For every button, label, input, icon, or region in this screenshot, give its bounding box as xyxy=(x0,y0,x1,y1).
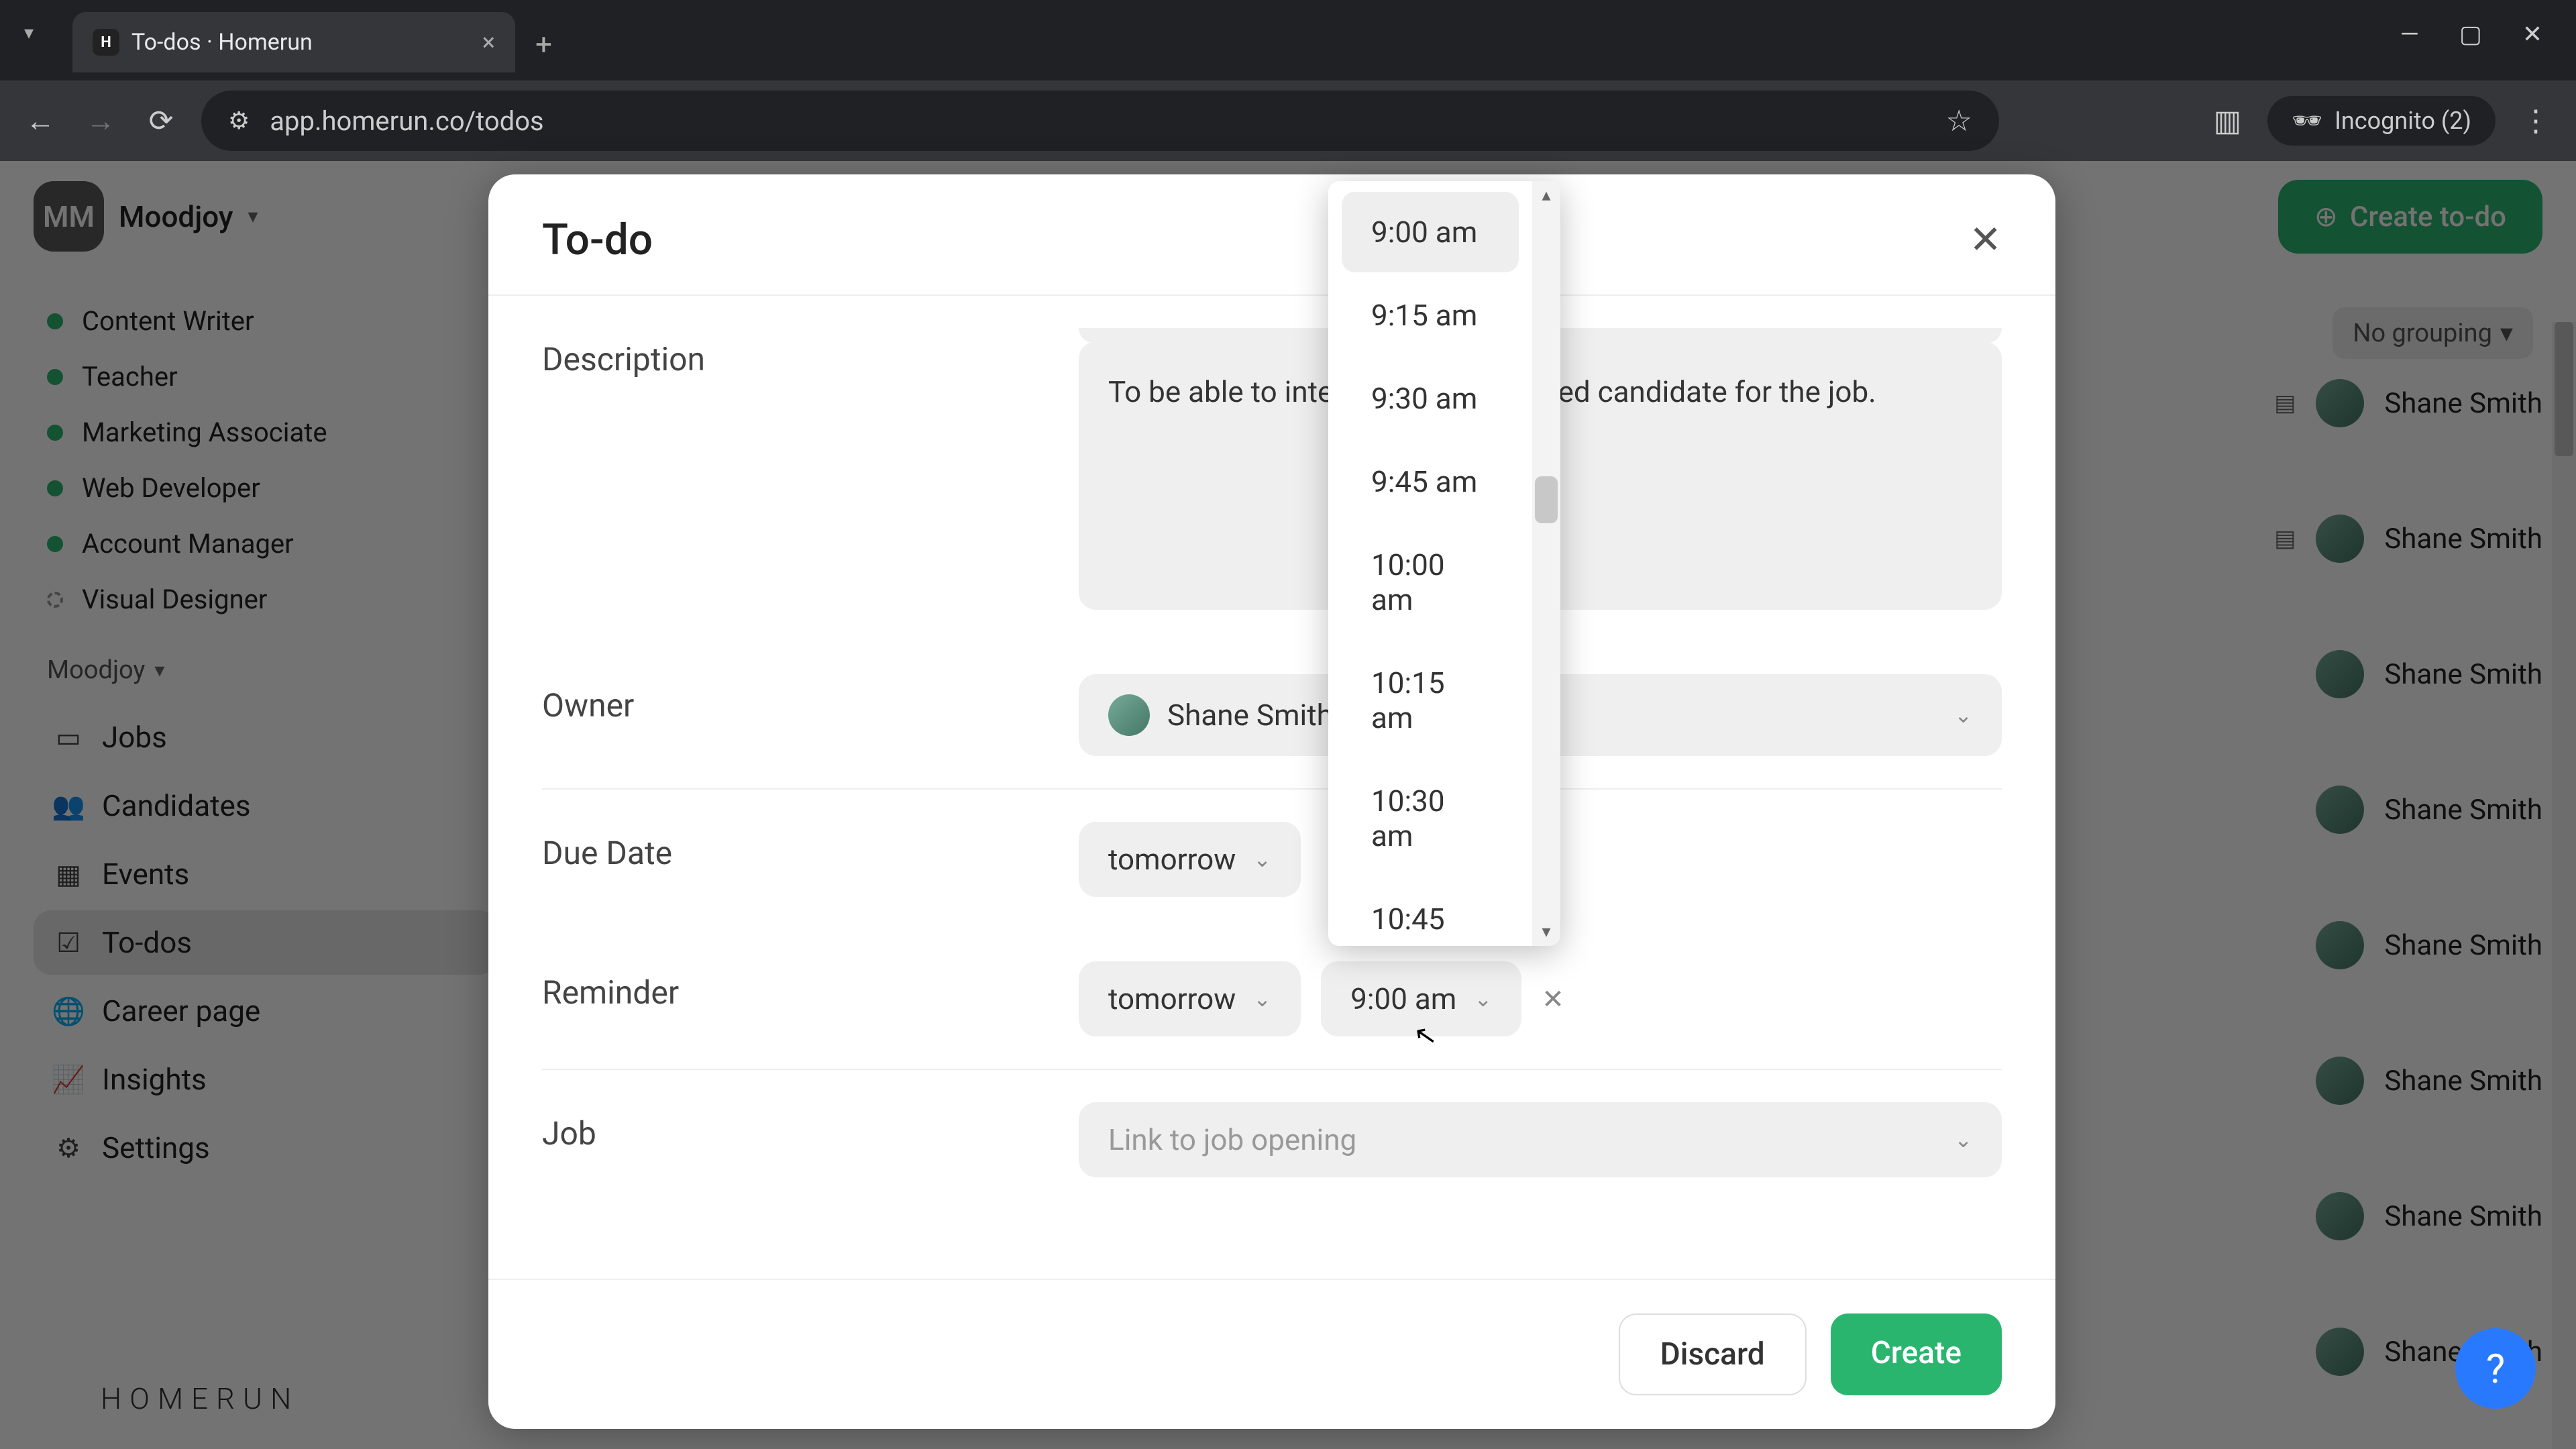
panel-icon[interactable]: ▥ xyxy=(2207,101,2247,141)
modal-close-icon[interactable]: ✕ xyxy=(1969,217,2002,263)
chevron-down-icon: ⌄ xyxy=(1253,847,1271,872)
new-tab-button[interactable]: + xyxy=(535,27,552,62)
forward-button[interactable]: → xyxy=(80,101,121,141)
modal-body: Description To be able to interview the … xyxy=(488,296,2055,1279)
scrollbar-thumb[interactable] xyxy=(1535,476,1558,523)
job-select[interactable]: Link to job opening ⌄ xyxy=(1079,1102,2002,1177)
chevron-down-icon: ⌄ xyxy=(1474,986,1492,1012)
site-info-icon[interactable]: ⚙ xyxy=(228,107,250,135)
avatar xyxy=(1108,694,1150,736)
address-bar[interactable]: ⚙ app.homerun.co/todos ☆ xyxy=(201,91,1999,151)
reminder-time-select[interactable]: 9:00 am ⌄ xyxy=(1321,961,1521,1036)
reminder-label: Reminder xyxy=(542,961,1079,1012)
window-controls: — ▢ ✕ xyxy=(2400,0,2576,48)
discard-button[interactable]: Discard xyxy=(1619,1313,1807,1395)
due-date-select[interactable]: tomorrow ⌄ xyxy=(1079,822,1301,897)
modal-footer: Discard Create xyxy=(488,1279,2055,1429)
maximize-icon[interactable]: ▢ xyxy=(2459,20,2482,48)
due-date-label: Due Date xyxy=(542,822,1079,872)
dropdown-option[interactable]: 9:15 am xyxy=(1342,275,1519,356)
scroll-down-icon[interactable]: ▾ xyxy=(1532,922,1560,942)
incognito-indicator[interactable]: 🕶 Incognito (2) xyxy=(2267,96,2496,146)
chevron-down-icon: ⌄ xyxy=(1954,702,1972,728)
dropdown-scrollbar[interactable]: ▴ ▾ xyxy=(1532,181,1560,946)
dropdown-option[interactable]: 9:00 am xyxy=(1342,192,1519,272)
help-chat-button[interactable]: ? xyxy=(2455,1328,2536,1409)
time-dropdown: 9:00 am 9:15 am 9:30 am 9:45 am 10:00 am… xyxy=(1328,181,1560,946)
reload-button[interactable]: ⟳ xyxy=(141,101,181,141)
dropdown-option[interactable]: 10:15 am xyxy=(1342,643,1519,758)
browser-titlebar: ▾ H To-dos · Homerun × + — ▢ ✕ xyxy=(0,0,2576,80)
reminder-date-select[interactable]: tomorrow ⌄ xyxy=(1079,961,1301,1036)
help-icon: ? xyxy=(2486,1345,2505,1393)
reminder-time-value: 9:00 am xyxy=(1350,981,1456,1016)
chevron-down-icon: ⌄ xyxy=(1253,986,1271,1012)
browser-toolbar: ← → ⟳ ⚙ app.homerun.co/todos ☆ ▥ 🕶 Incog… xyxy=(0,80,2576,161)
modal-header: To-do ✕ xyxy=(488,174,2055,294)
tab-close-icon[interactable]: × xyxy=(482,28,495,56)
dropdown-list: 9:00 am 9:15 am 9:30 am 9:45 am 10:00 am… xyxy=(1328,181,1532,946)
due-date-value: tomorrow xyxy=(1108,842,1236,877)
browser-tab[interactable]: H To-dos · Homerun × xyxy=(72,12,515,72)
tab-favicon: H xyxy=(93,29,119,56)
clear-reminder-icon[interactable]: ✕ xyxy=(1542,983,1564,1015)
bookmark-star-icon[interactable]: ☆ xyxy=(1946,103,1972,138)
dropdown-option[interactable]: 9:30 am xyxy=(1342,358,1519,439)
owner-value: Shane Smith xyxy=(1167,698,1333,733)
dropdown-option[interactable]: 10:45 am xyxy=(1342,879,1519,946)
modal-title: To-do xyxy=(542,215,653,265)
incognito-icon: 🕶 xyxy=(2292,107,2322,135)
dropdown-option[interactable]: 10:30 am xyxy=(1342,761,1519,876)
scroll-up-icon[interactable]: ▴ xyxy=(1532,185,1560,205)
app-content: MM Moodjoy ▾ Content Writer Teacher Mark… xyxy=(0,161,2576,1449)
dropdown-option[interactable]: 10:00 am xyxy=(1342,525,1519,640)
back-button[interactable]: ← xyxy=(20,101,60,141)
dropdown-option[interactable]: 9:45 am xyxy=(1342,441,1519,522)
description-label: Description xyxy=(542,328,1079,378)
tab-title: To-dos · Homerun xyxy=(131,29,470,56)
create-button[interactable]: Create xyxy=(1831,1313,2002,1395)
owner-label: Owner xyxy=(542,674,1079,724)
incognito-label: Incognito (2) xyxy=(2334,107,2471,135)
reminder-date-value: tomorrow xyxy=(1108,981,1236,1016)
url-text: app.homerun.co/todos xyxy=(270,105,1925,137)
minimize-icon[interactable]: — xyxy=(2400,20,2419,48)
job-placeholder: Link to job opening xyxy=(1108,1122,1356,1157)
browser-menu-icon[interactable]: ⋮ xyxy=(2516,101,2556,141)
tab-search-dropdown[interactable]: ▾ xyxy=(12,12,46,52)
chevron-down-icon: ⌄ xyxy=(1954,1127,1972,1152)
todo-modal: To-do ✕ Description To be able to interv… xyxy=(488,174,2055,1429)
close-window-icon[interactable]: ✕ xyxy=(2522,20,2542,48)
job-label: Job xyxy=(542,1102,1079,1152)
